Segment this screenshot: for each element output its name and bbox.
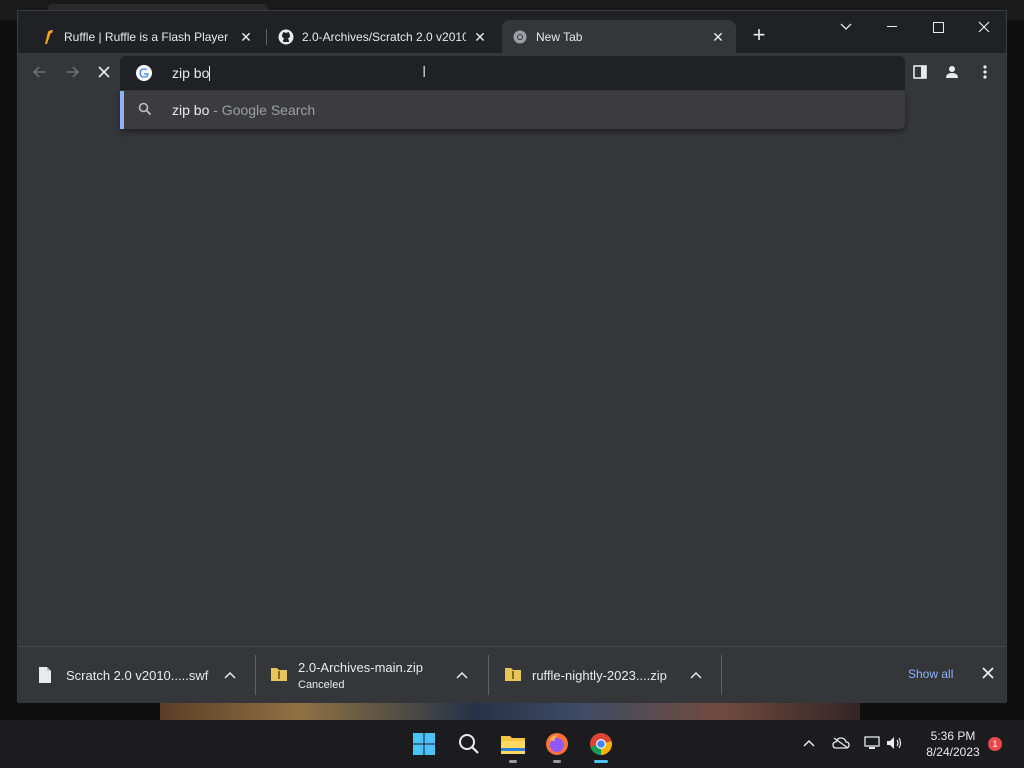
chevron-up-icon[interactable]: [688, 667, 704, 683]
windows-start-icon[interactable]: [408, 728, 440, 760]
omnibox-suggestion[interactable]: zip bo - Google Search: [120, 91, 905, 129]
search-icon: [138, 102, 152, 116]
taskbar: 5:36 PM 8/24/2023 1: [0, 720, 1024, 768]
clock-date: 8/24/2023: [926, 745, 980, 759]
close-icon[interactable]: ✕: [472, 29, 488, 45]
arrow-left-icon: [32, 66, 46, 78]
downloads-shelf: Scratch 2.0 v2010.....swf 2.0-Archives-m…: [18, 646, 1006, 703]
selection-indicator: [120, 91, 124, 129]
address-input[interactable]: zip bo: [172, 65, 211, 81]
zip-folder-icon: [270, 666, 287, 684]
chrome-window: Ruffle | Ruffle is a Flash Player emulat…: [17, 10, 1007, 703]
suggestion-text: zip bo - Google Search: [172, 102, 315, 118]
tab-strip: Ruffle | Ruffle is a Flash Player emulat…: [18, 11, 1006, 53]
tab-title: Ruffle | Ruffle is a Flash Player emulat…: [64, 29, 232, 44]
close-icon[interactable]: ✕: [238, 29, 254, 45]
download-item[interactable]: 2.0-Archives-main.zip Canceled: [270, 647, 484, 703]
download-filename: 2.0-Archives-main.zip: [298, 659, 423, 675]
tab-github[interactable]: 2.0-Archives/Scratch 2.0 v2010.0 ✕: [268, 20, 498, 53]
system-clock[interactable]: 5:36 PM 8/24/2023: [908, 728, 998, 760]
tab-separator: [266, 29, 267, 45]
clock-time: 5:36 PM: [930, 729, 976, 743]
zip-folder-icon: [504, 666, 521, 684]
menu-button[interactable]: [974, 61, 996, 83]
maximize-icon: [932, 21, 944, 33]
tab-search-button[interactable]: [826, 15, 866, 39]
show-all-downloads-link[interactable]: Show all: [908, 667, 953, 681]
chevron-up-icon[interactable]: [222, 667, 238, 683]
chrome-icon[interactable]: [585, 728, 617, 763]
minimize-button[interactable]: [872, 15, 912, 39]
download-item[interactable]: ruffle-nightly-2023....zip: [504, 647, 718, 703]
tab-ruffle[interactable]: Ruffle | Ruffle is a Flash Player emulat…: [30, 20, 264, 53]
firefox-icon[interactable]: [541, 728, 573, 763]
desktop-wallpaper: [160, 700, 860, 722]
text-caret: [209, 66, 211, 81]
side-panel-icon: [913, 65, 927, 79]
network-icon[interactable]: [863, 734, 881, 752]
more-vert-icon: [983, 65, 987, 79]
close-icon[interactable]: ✕: [710, 29, 726, 45]
chevron-down-icon: [840, 23, 852, 30]
file-icon: [38, 666, 54, 684]
new-tab-button[interactable]: +: [748, 24, 770, 47]
page-content: [18, 91, 1006, 646]
file-explorer-icon[interactable]: [497, 728, 529, 763]
mouse-cursor-ibeam: I: [422, 64, 427, 81]
address-bar[interactable]: zip bo I: [120, 56, 905, 90]
close-downloads-button[interactable]: [980, 665, 996, 681]
google-icon: [136, 65, 152, 81]
download-filename: Scratch 2.0 v2010.....swf: [66, 667, 209, 683]
arrow-right-icon: [66, 66, 80, 78]
chrome-icon: [512, 29, 528, 45]
profile-button[interactable]: [941, 61, 963, 83]
download-item[interactable]: Scratch 2.0 v2010.....swf: [38, 647, 252, 703]
close-icon: [98, 66, 110, 78]
tab-new-tab[interactable]: New Tab ✕: [502, 20, 736, 53]
close-window-button[interactable]: [964, 15, 1004, 39]
chevron-up-icon[interactable]: [454, 667, 470, 683]
back-button[interactable]: [28, 60, 52, 84]
download-status: Canceled: [298, 678, 345, 691]
github-icon: [278, 29, 294, 45]
address-input-value: zip bo: [172, 65, 210, 81]
running-indicator: [553, 760, 561, 763]
download-separator: [255, 655, 256, 695]
maximize-button[interactable]: [918, 15, 958, 39]
close-icon: [978, 21, 990, 33]
download-separator: [488, 655, 489, 695]
active-indicator: [594, 760, 608, 763]
download-separator: [721, 655, 722, 695]
forward-button[interactable]: [60, 60, 84, 84]
running-indicator: [509, 760, 517, 763]
suggestion-query: zip bo: [172, 102, 210, 118]
download-filename: ruffle-nightly-2023....zip: [532, 667, 667, 683]
close-icon: [982, 667, 994, 679]
tab-title: New Tab: [536, 29, 583, 44]
onedrive-icon[interactable]: [832, 734, 850, 752]
minimize-icon: [887, 26, 897, 27]
notification-badge[interactable]: 1: [988, 737, 1002, 751]
volume-icon[interactable]: [886, 734, 904, 752]
ruffle-icon: [40, 29, 56, 45]
browser-toolbar: zip bo I: [18, 53, 1006, 91]
suggestion-suffix: - Google Search: [209, 102, 316, 118]
chevron-up-icon[interactable]: [800, 734, 818, 752]
side-panel-button[interactable]: [909, 61, 931, 83]
tab-title: 2.0-Archives/Scratch 2.0 v2010.0: [302, 29, 466, 44]
profile-icon: [946, 66, 958, 78]
stop-loading-button[interactable]: [92, 60, 116, 84]
search-icon[interactable]: [453, 728, 485, 760]
